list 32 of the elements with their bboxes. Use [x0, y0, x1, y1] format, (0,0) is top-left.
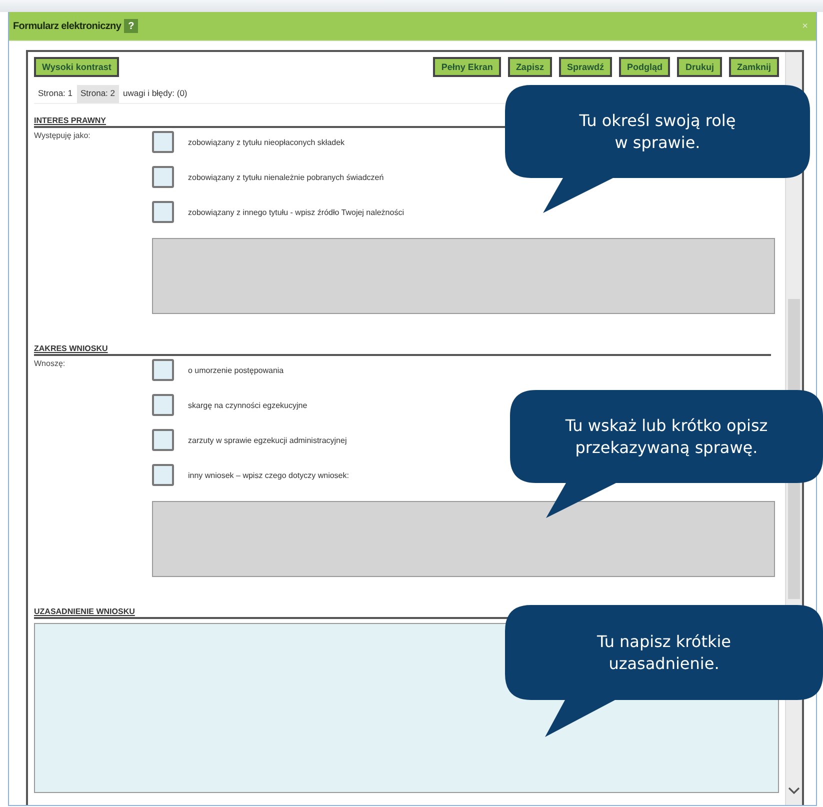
tab[interactable]: uwagi i błędy: (0)	[119, 85, 192, 103]
option-label: skargę na czynności egzekucyjne	[188, 400, 308, 410]
toolbar-button[interactable]: Sprawdź	[558, 57, 612, 77]
option-label: inny wniosek – wpisz czego dotyczy wniosek:	[188, 470, 349, 480]
toolbar-button[interactable]: Podgląd	[618, 57, 670, 77]
option-label: zarzuty w sprawie egzekucji administracyjnej	[188, 436, 347, 444]
callout-text: Tu napisz krótkie uzasadnienie.	[596, 630, 732, 674]
tab[interactable]: Strona: 1	[34, 85, 76, 103]
toolbar-button[interactable]: Zamknij	[728, 57, 779, 77]
scroll-down-icon[interactable]	[788, 787, 800, 795]
checkbox[interactable]	[152, 394, 174, 416]
contrast-button[interactable]: Wysoki kontrast	[34, 57, 120, 77]
option-label: zobowiązany z tytułu nienależnie pobranych świadczeń	[188, 172, 384, 182]
option-label: o umorzenie postępowania	[188, 366, 284, 374]
checkbox[interactable]	[152, 131, 174, 153]
callout-text: Tu wskaż lub krótko opisz przekazywaną sprawę.	[565, 414, 768, 458]
field-label: Wnoszę:	[34, 358, 66, 370]
toolbar-button[interactable]: Pełny Ekran	[433, 57, 501, 77]
toolbar-button[interactable]: Drukuj	[677, 57, 722, 77]
checkbox[interactable]	[152, 166, 174, 188]
option-label: zobowiązany z tytułu nieopłaconych składek	[188, 138, 345, 146]
option-label: zobowiązany z innego tytułu - wpisz źródło Twojej należności	[188, 208, 404, 216]
checkbox[interactable]	[152, 359, 174, 381]
window-title: Formularz elektroniczny	[13, 20, 122, 32]
help-button[interactable]: ?	[124, 19, 138, 33]
tab[interactable]: Strona: 2	[76, 85, 119, 103]
checkbox[interactable]	[152, 429, 174, 451]
toolbar-button[interactable]: Zapisz	[508, 57, 552, 77]
field-label: Występuję jako:	[34, 130, 92, 142]
checkbox[interactable]	[152, 201, 174, 223]
checkbox[interactable]	[152, 464, 174, 486]
section-heading: ZAKRES WNIOSKU	[34, 344, 771, 356]
